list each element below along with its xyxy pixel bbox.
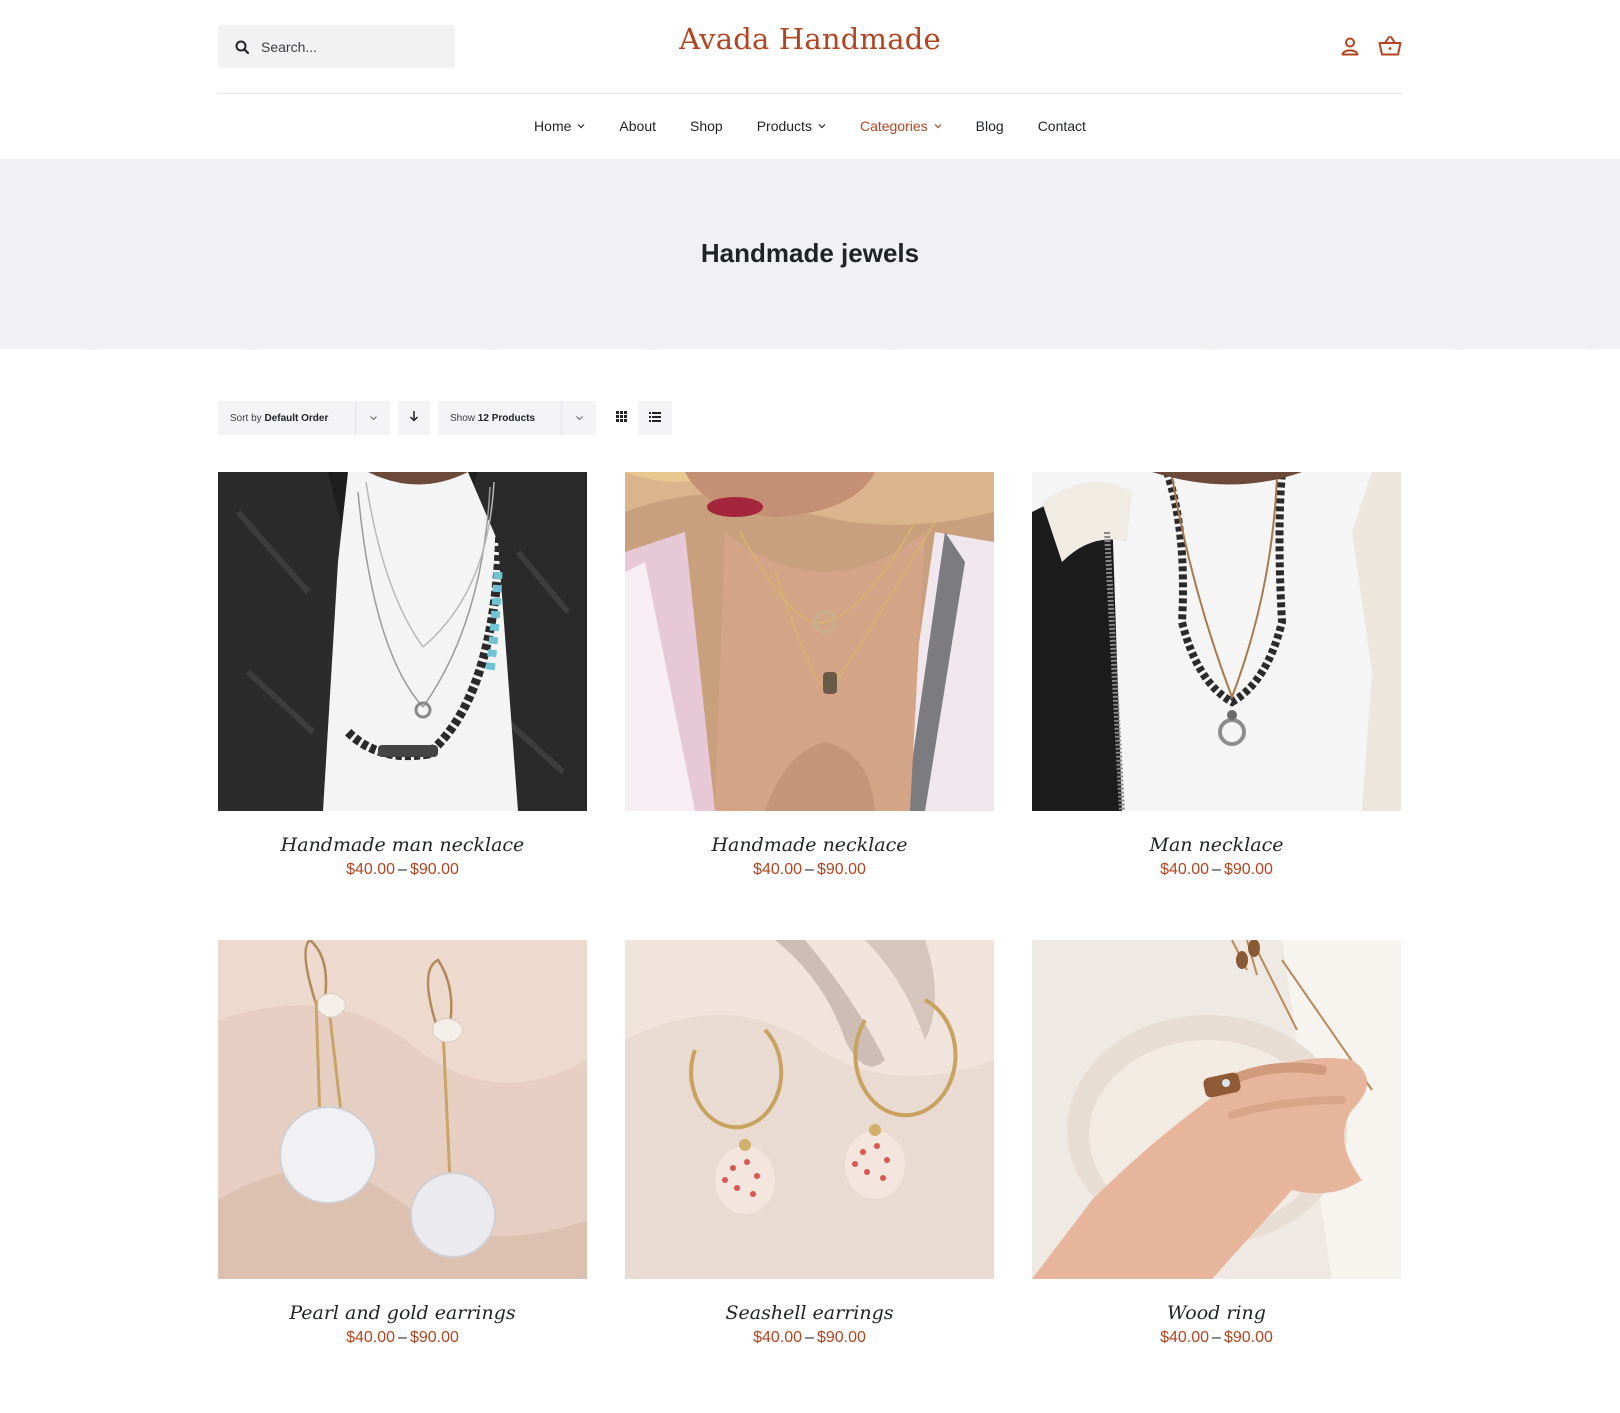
chevron-down-icon (369, 414, 378, 422)
search-icon (233, 38, 251, 56)
nav-item-about[interactable]: About (602, 115, 673, 137)
product-image[interactable] (218, 940, 587, 1279)
nav-label: Categories (859, 118, 928, 134)
sort-prefix: Sort by (230, 412, 262, 424)
torn-edge-divider (0, 337, 1620, 350)
price-min: $40.00 (1160, 1329, 1210, 1346)
product-image[interactable] (218, 472, 587, 811)
search-input[interactable] (261, 38, 431, 55)
nav-item-contact[interactable]: Contact (1021, 115, 1103, 137)
price-separator: – (398, 1329, 407, 1346)
product-name[interactable]: Wood ring (1032, 1302, 1401, 1324)
product-card: Wood ring $40.00– $90.00 (1032, 940, 1401, 1347)
product-card: Handmade man necklace $40.00– $90.00 (218, 472, 587, 879)
sort-direction-button[interactable] (398, 401, 430, 435)
price-max: $90.00 (816, 1329, 866, 1346)
nav-item-home[interactable]: Home (517, 115, 602, 137)
product-image[interactable] (625, 940, 994, 1279)
product-name[interactable]: Handmade necklace (625, 834, 994, 856)
price-min: $40.00 (346, 861, 396, 878)
price-max: $90.00 (1223, 861, 1273, 878)
price-min: $40.00 (346, 1329, 396, 1346)
product-image[interactable] (625, 472, 994, 811)
list-view-button[interactable] (638, 401, 672, 435)
basket-icon[interactable] (1378, 34, 1402, 58)
nav-label: About (619, 118, 656, 134)
product-card: Seashell earrings $40.00– $90.00 (625, 940, 994, 1347)
header-divider (218, 93, 1402, 94)
nav-label: Contact (1037, 118, 1086, 134)
show-value: 12 Products (477, 412, 536, 424)
price-max: $90.00 (409, 1329, 459, 1346)
nav-item-products[interactable]: Products (740, 115, 843, 137)
product-price: $40.00– $90.00 (625, 1329, 994, 1347)
price-min: $40.00 (1160, 861, 1210, 878)
show-label: Show 12 Products (450, 413, 535, 424)
sort-select[interactable]: Sort by Default Order (218, 401, 390, 435)
user-icon[interactable] (1338, 34, 1362, 58)
price-max: $90.00 (409, 861, 459, 878)
nav-item-categories[interactable]: Categories (843, 115, 959, 137)
sort-value: Default Order (264, 412, 329, 424)
catalog-toolbar: Sort by Default Order Show 12 Products (218, 401, 672, 435)
nav-label: Shop (690, 118, 723, 134)
product-image[interactable] (1032, 940, 1401, 1279)
price-max: $90.00 (816, 861, 866, 878)
product-price: $40.00– $90.00 (1032, 1329, 1401, 1347)
search-bar[interactable] (218, 25, 455, 68)
chevron-down-icon (934, 122, 942, 130)
show-prefix: Show (450, 412, 476, 424)
price-separator: – (805, 861, 814, 878)
chevron-down-icon (575, 414, 584, 422)
price-separator: – (1212, 861, 1221, 878)
list-icon (649, 409, 661, 427)
product-price: $40.00– $90.00 (218, 861, 587, 879)
price-max: $90.00 (1223, 1329, 1273, 1346)
grid-icon (615, 409, 627, 427)
select-divider (561, 401, 562, 435)
nav-item-blog[interactable]: Blog (959, 115, 1021, 137)
product-name[interactable]: Man necklace (1032, 834, 1401, 856)
product-card: Handmade necklace $40.00– $90.00 (625, 472, 994, 879)
product-card: Man necklace $40.00– $90.00 (1032, 472, 1401, 879)
price-min: $40.00 (753, 861, 803, 878)
product-price: $40.00– $90.00 (1032, 861, 1401, 879)
nav-label: Products (756, 118, 812, 134)
price-separator: – (1212, 1329, 1221, 1346)
product-price: $40.00– $90.00 (625, 861, 994, 879)
products-per-page-select[interactable]: Show 12 Products (438, 401, 596, 435)
header-actions (1338, 34, 1402, 58)
logo-link[interactable]: Avada Handmade (679, 22, 941, 56)
product-image[interactable] (1032, 472, 1401, 811)
product-card: Pearl and gold earrings $40.00– $90.00 (218, 940, 587, 1347)
grid-view-button[interactable] (604, 401, 638, 435)
product-name[interactable]: Handmade man necklace (218, 834, 587, 856)
select-divider (355, 401, 356, 435)
price-min: $40.00 (753, 1329, 803, 1346)
product-name[interactable]: Seashell earrings (625, 1302, 994, 1324)
page-title: Handmade jewels (700, 238, 920, 268)
price-separator: – (805, 1329, 814, 1346)
product-name[interactable]: Pearl and gold earrings (218, 1302, 587, 1324)
chevron-down-icon (818, 122, 826, 130)
arrow-down-icon (409, 409, 419, 427)
price-separator: – (398, 861, 407, 878)
nav-label: Blog (975, 118, 1004, 134)
chevron-down-icon (577, 122, 585, 130)
sort-label: Sort by Default Order (230, 413, 328, 424)
nav-label: Home (534, 118, 572, 134)
nav-item-shop[interactable]: Shop (673, 115, 740, 137)
main-navigation: Home About Shop Products Categories Blog… (0, 115, 1620, 137)
product-price: $40.00– $90.00 (218, 1329, 587, 1347)
